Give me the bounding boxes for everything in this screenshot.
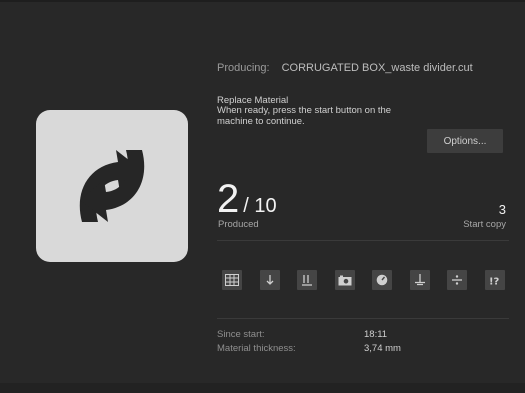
- arrow-down-icon[interactable]: [260, 270, 280, 290]
- divider: [217, 240, 509, 241]
- top-border: [0, 0, 525, 2]
- gauge-icon[interactable]: [372, 270, 392, 290]
- toolbar: !?: [222, 270, 508, 290]
- svg-text:!?: !?: [489, 277, 500, 287]
- produced-count: 2: [217, 177, 240, 221]
- start-copy-value[interactable]: 3: [499, 202, 506, 217]
- since-start-value: 18:11: [364, 329, 388, 340]
- produced-label: Produced: [218, 219, 259, 230]
- message-body: When ready, press the start button on th…: [217, 105, 392, 127]
- producing-label: Producing:: [217, 62, 270, 74]
- start-copy-label: Start copy: [463, 219, 506, 230]
- divide-icon[interactable]: [447, 270, 467, 290]
- thickness-value: 3,74 mm: [364, 343, 401, 354]
- thickness-label: Material thickness:: [217, 343, 296, 354]
- total-count: / 10: [243, 195, 277, 217]
- producing-line: Producing: CORRUGATED BOX_waste divider.c…: [217, 62, 473, 74]
- replace-material-icon: [36, 110, 188, 262]
- divider: [217, 318, 509, 319]
- help-icon[interactable]: !?: [485, 270, 505, 290]
- options-button[interactable]: Options...: [427, 129, 503, 153]
- camera-icon[interactable]: [335, 270, 355, 290]
- since-start-label: Since start:: [217, 329, 265, 340]
- ground-icon[interactable]: [410, 270, 430, 290]
- job-screen: Producing: CORRUGATED BOX_waste divider.c…: [0, 0, 525, 393]
- grid-icon[interactable]: [222, 270, 242, 290]
- align-bottom-icon[interactable]: [297, 270, 317, 290]
- producing-file: CORRUGATED BOX_waste divider.cut: [281, 62, 473, 74]
- produced-counter: 2/ 10: [217, 177, 277, 221]
- bottom-strip: [0, 383, 525, 393]
